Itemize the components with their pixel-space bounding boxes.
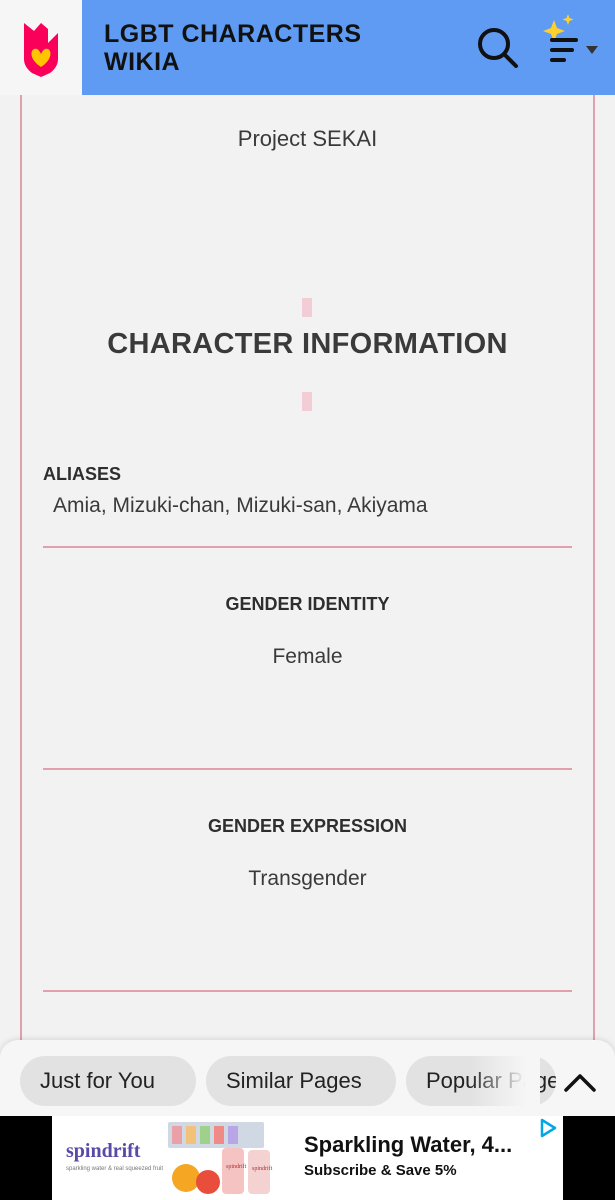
recommendation-bar: Just for You Similar Pages Popular Pages xyxy=(0,1040,615,1116)
svg-text:spindrift: spindrift xyxy=(226,1163,247,1170)
infobox-subtitle: Project SEKAI xyxy=(237,126,378,151)
gender-expression-label: GENDER EXPRESSION xyxy=(207,816,408,836)
section-title: CHARACTER INFORMATION xyxy=(107,328,508,360)
ad-tagline: sparkling water & real squeezed fruit xyxy=(66,1166,164,1172)
section-divider-mark xyxy=(302,392,312,411)
fandom-heart-logo-icon xyxy=(24,22,58,77)
search-icon[interactable] xyxy=(476,26,520,70)
tab-just-for-you[interactable]: Just for You xyxy=(20,1056,196,1106)
infobox-border-left xyxy=(20,95,22,1040)
ad-banner[interactable]: spindrift sparkling water & real squeeze… xyxy=(52,1116,563,1200)
tab-similar-pages[interactable]: Similar Pages xyxy=(206,1056,396,1106)
infobox-border-right xyxy=(593,95,595,1040)
gender-identity-label: GENDER IDENTITY xyxy=(225,594,390,614)
aliases-value: Amia, Mizuki-chan, Mizuki-san, Akiyama xyxy=(53,494,428,517)
section-divider-mark xyxy=(302,298,312,317)
site-header: LGBT CHARACTERS WIKIA xyxy=(0,0,615,95)
ad-subline: Subscribe & Save 5% xyxy=(304,1162,457,1179)
field-divider xyxy=(43,990,572,992)
chevron-up-icon[interactable] xyxy=(560,1066,600,1096)
sparkle-menu-icon[interactable] xyxy=(532,14,602,74)
site-title[interactable]: LGBT CHARACTERS WIKIA xyxy=(104,20,404,76)
header-bar: LGBT CHARACTERS WIKIA xyxy=(82,0,615,95)
gender-identity-value: Female xyxy=(272,645,343,668)
ad-brand: spindrift xyxy=(66,1140,141,1162)
ad-headline: Sparkling Water, 4... xyxy=(304,1132,513,1157)
pill-fade-overlay xyxy=(470,1056,540,1106)
svg-text:spindrift: spindrift xyxy=(252,1165,273,1172)
field-divider xyxy=(43,768,572,770)
ad-container: spindrift sparkling water & real squeeze… xyxy=(0,1116,615,1200)
aliases-label: ALIASES xyxy=(43,464,122,484)
field-divider xyxy=(43,546,572,548)
adchoices-icon[interactable] xyxy=(538,1118,558,1138)
gender-expression-value: Transgender xyxy=(248,867,367,890)
product-cans-image: spindrift spindrift xyxy=(168,1122,273,1194)
fandom-logo[interactable] xyxy=(0,0,82,95)
